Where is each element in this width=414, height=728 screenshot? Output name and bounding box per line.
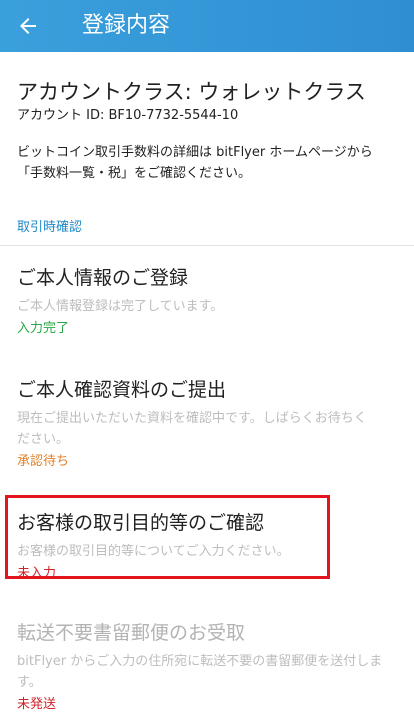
item-description: ご本人情報登録は完了しています。 xyxy=(17,296,402,317)
item-description-line: す。 xyxy=(17,675,42,690)
page-title: 登録内容 xyxy=(82,13,171,38)
account-class-label: アカウントクラス: ウォレットクラス xyxy=(17,80,366,104)
account-info: アカウントクラス: ウォレットクラス アカウント ID: BF10-7732-5… xyxy=(17,78,402,126)
status-badge: 承認待ち xyxy=(17,454,70,469)
status-badge: 入力完了 xyxy=(17,321,70,336)
item-title: 転送不要書留郵便のお受取 xyxy=(17,622,246,644)
status-badge: 未発送 xyxy=(17,697,57,712)
arrow-left-icon xyxy=(20,18,36,34)
item-title: ご本人情報のご登録 xyxy=(17,267,189,289)
back-button[interactable] xyxy=(8,6,48,46)
item-description-line: 現在ご提出いただいた資料を確認中です。しばらくお待ちく xyxy=(17,411,367,426)
item-title: お客様の取引目的等のご確認 xyxy=(17,512,265,534)
item-description: 現在ご提出いただいた資料を確認中です。しばらくお待ちく ださい。 xyxy=(17,408,402,450)
fee-notice-line: ビットコイン取引手数料の詳細は bitFlyer ホームページから xyxy=(17,145,373,160)
status-badge: 未入力 xyxy=(17,566,57,581)
list-item-registered-mail: 転送不要書留郵便のお受取 bitFlyer からご入力の住所宛に転送不要の書留郵… xyxy=(17,620,402,715)
account-id-label: アカウント ID: BF10-7732-5544-10 xyxy=(17,108,239,123)
list-item-personal-info[interactable]: ご本人情報のご登録 ご本人情報登録は完了しています。 入力完了 xyxy=(17,265,402,339)
item-description-line: お客様の取引目的等についてご入力ください。 xyxy=(17,544,290,559)
item-description-line: ご本人情報登録は完了しています。 xyxy=(17,299,224,314)
item-description-line: bitFlyer からご入力の住所宛に転送不要の書留郵便を送付しま xyxy=(17,654,383,669)
item-description-line: ださい。 xyxy=(17,432,70,447)
divider xyxy=(0,245,414,246)
fee-notice-line: 「手数料一覧・税」をご確認ください。 xyxy=(17,166,252,181)
item-description: お客様の取引目的等についてご入力ください。 xyxy=(17,541,402,562)
fee-notice: ビットコイン取引手数料の詳細は bitFlyer ホームページから 「手数料一覧… xyxy=(17,142,402,184)
item-title: ご本人確認資料のご提出 xyxy=(17,379,227,401)
list-item-trading-purpose[interactable]: お客様の取引目的等のご確認 お客様の取引目的等についてご入力ください。 未入力 xyxy=(17,510,402,584)
item-description: bitFlyer からご入力の住所宛に転送不要の書留郵便を送付しま す。 xyxy=(17,651,402,693)
section-header-verification: 取引時確認 xyxy=(17,220,83,235)
list-item-id-documents[interactable]: ご本人確認資料のご提出 現在ご提出いただいた資料を確認中です。しばらくお待ちく … xyxy=(17,377,402,472)
app-bar: 登録内容 xyxy=(0,0,414,52)
